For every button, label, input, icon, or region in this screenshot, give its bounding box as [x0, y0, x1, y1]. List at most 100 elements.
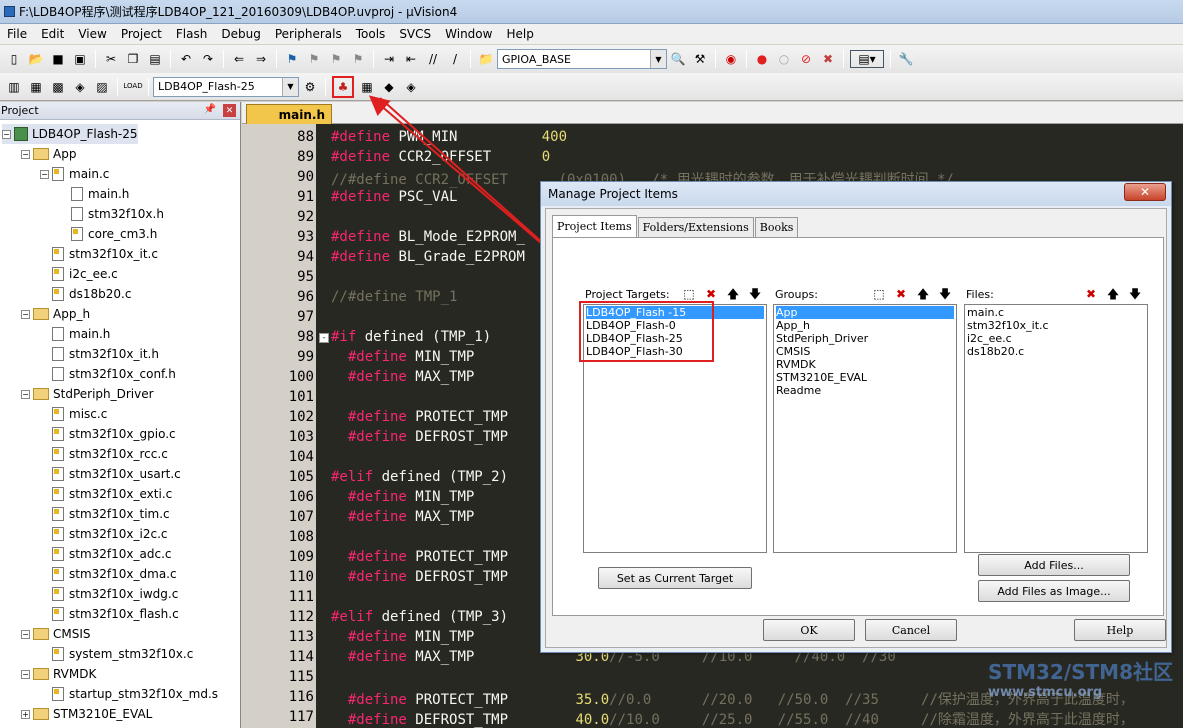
tab-folders-extensions[interactable]: Folders/Extensions [637, 217, 754, 237]
tree-item[interactable]: stm32f10x_it.c [40, 244, 158, 264]
tree-item[interactable]: stm32f10x_exti.c [40, 484, 172, 504]
bookmark-clear-icon[interactable]: ⚑ [349, 50, 367, 68]
open-file-icon[interactable]: 📂 [27, 50, 45, 68]
collapse-icon[interactable]: − [21, 389, 30, 399]
undo-icon[interactable]: ↶ [177, 50, 195, 68]
menu-project[interactable]: Project [114, 27, 169, 41]
manage-books-icon[interactable]: ▦ [358, 78, 376, 96]
tree-item[interactable]: stm32f10x_it.h [40, 344, 159, 364]
close-icon[interactable]: ✕ [223, 104, 236, 117]
ok-button[interactable]: OK [763, 619, 855, 641]
copy-icon[interactable]: ❐ [124, 50, 142, 68]
collapse-icon[interactable]: − [21, 629, 30, 639]
menu-view[interactable]: View [71, 27, 113, 41]
new-file-icon[interactable]: ▯ [5, 50, 23, 68]
tree-item[interactable]: stm32f10x_flash.c [40, 604, 179, 624]
dialog-close-button[interactable]: ✕ [1124, 183, 1166, 201]
nav-back-icon[interactable]: ⇐ [230, 50, 248, 68]
tree-item[interactable]: − main.c [40, 164, 109, 184]
breakpoint-disable-icon[interactable]: ○ [775, 50, 793, 68]
new-group-icon[interactable]: ⬚ [871, 286, 887, 301]
move-up-group-icon[interactable]: 🡅 [915, 286, 931, 301]
menu-window[interactable]: Window [438, 27, 499, 41]
menu-edit[interactable]: Edit [34, 27, 71, 41]
tab-main-h[interactable]: main.h [246, 104, 332, 124]
save-all-icon[interactable]: ▣ [71, 50, 89, 68]
collapse-icon[interactable]: − [21, 669, 30, 679]
tree-item[interactable]: stm32f10x_conf.h [40, 364, 176, 384]
group-list-item[interactable]: STM3210E_EVAL [776, 371, 954, 384]
unindent-icon[interactable]: ⇤ [402, 50, 420, 68]
move-down-group-icon[interactable]: 🡇 [937, 286, 953, 301]
file-list-item[interactable]: main.c [967, 306, 1145, 319]
tab-books[interactable]: Books [754, 217, 799, 237]
breakpoint-kill-all-icon[interactable]: ✖ [819, 50, 837, 68]
comment-icon[interactable]: // [424, 50, 442, 68]
help-button[interactable]: Help [1074, 619, 1166, 641]
tree-item[interactable]: − CMSIS [21, 624, 91, 644]
file-list-item[interactable]: stm32f10x_it.c [967, 319, 1145, 332]
tree-item[interactable]: stm32f10x_gpio.c [40, 424, 176, 444]
pack-installer-icon[interactable]: ◆ [380, 78, 398, 96]
translate-icon[interactable]: ▥ [5, 78, 23, 96]
collapse-icon[interactable]: − [40, 169, 49, 179]
tree-item[interactable]: stm32f10x_rcc.c [40, 444, 168, 464]
tree-item[interactable]: core_cm3.h [59, 224, 157, 244]
tree-item[interactable]: stm32f10x_adc.c [40, 544, 172, 564]
tree-item[interactable]: stm32f10x_tim.c [40, 504, 170, 524]
add-files-button[interactable]: Add Files... [978, 554, 1130, 576]
tab-project-items[interactable]: Project Items [552, 215, 637, 237]
tree-item[interactable]: main.h [40, 324, 110, 344]
file-list-item[interactable]: ds18b20.c [967, 345, 1145, 358]
breakpoint-icon[interactable]: ● [753, 50, 771, 68]
add-files-as-image-button[interactable]: Add Files as Image... [978, 580, 1130, 602]
menu-flash[interactable]: Flash [169, 27, 214, 41]
menu-tools[interactable]: Tools [349, 27, 393, 41]
find-in-files-icon[interactable]: 📁 [477, 50, 495, 68]
collapse-icon[interactable]: − [2, 129, 11, 139]
delete-file-icon[interactable]: ✖ [1083, 286, 1099, 301]
menu-debug[interactable]: Debug [214, 27, 267, 41]
tree-item[interactable]: i2c_ee.c [40, 264, 118, 284]
target-options-icon[interactable]: ⚙ [301, 78, 319, 96]
tree-item[interactable]: + STM3210E_EVAL [21, 704, 152, 724]
cancel-button[interactable]: Cancel [865, 619, 957, 641]
new-target-icon[interactable]: ⬚ [681, 286, 697, 301]
window-layout-icon[interactable]: ▤▾ [850, 50, 884, 68]
groups-list[interactable]: App App_h StdPeriph_Driver CMSIS RVMDK STM321… [773, 304, 957, 553]
manage-project-items-icon[interactable]: ♣ [332, 75, 354, 98]
group-list-item[interactable]: App_h [776, 319, 954, 332]
bookmark-next-icon[interactable]: ⚑ [327, 50, 345, 68]
menu-peripherals[interactable]: Peripherals [268, 27, 349, 41]
uncomment-icon[interactable]: / [446, 50, 464, 68]
find-icon[interactable]: 🔍 [669, 50, 687, 68]
move-down-file-icon[interactable]: 🡇 [1127, 286, 1143, 301]
delete-target-icon[interactable]: ✖ [703, 286, 719, 301]
peripheral-combo[interactable]: GPIOA_BASE ▼ [497, 49, 667, 69]
move-down-target-icon[interactable]: 🡇 [747, 286, 763, 301]
set-current-target-button[interactable]: Set as Current Target [598, 567, 752, 589]
menu-help[interactable]: Help [499, 27, 540, 41]
build-icon[interactable]: ▦ [27, 78, 45, 96]
tree-item[interactable]: − RVMDK [21, 664, 96, 684]
tree-item[interactable]: stm32f10x_iwdg.c [40, 584, 178, 604]
tree-item[interactable]: system_stm32f10x.c [40, 644, 193, 664]
download-icon[interactable]: LOAD [123, 78, 142, 96]
group-list-item[interactable]: CMSIS [776, 345, 954, 358]
pin-icon[interactable]: 📌 [204, 104, 216, 115]
cut-icon[interactable]: ✂ [102, 50, 120, 68]
menu-svcs[interactable]: SVCS [392, 27, 438, 41]
configure-icon[interactable]: 🔧 [897, 50, 915, 68]
collapse-icon[interactable]: − [21, 149, 30, 159]
tree-item[interactable]: stm32f10x.h [59, 204, 164, 224]
move-up-target-icon[interactable]: 🡅 [725, 286, 741, 301]
incremental-find-icon[interactable]: ⚒ [691, 50, 709, 68]
menu-file[interactable]: File [0, 27, 34, 41]
batch-build-icon[interactable]: ◈ [71, 78, 89, 96]
tree-item[interactable]: misc.c [40, 404, 107, 424]
breakpoint-disable-all-icon[interactable]: ⊘ [797, 50, 815, 68]
group-list-item[interactable]: App [776, 306, 954, 319]
bookmark-prev-icon[interactable]: ⚑ [305, 50, 323, 68]
paste-icon[interactable]: ▤ [146, 50, 164, 68]
expand-icon[interactable]: + [21, 709, 30, 719]
